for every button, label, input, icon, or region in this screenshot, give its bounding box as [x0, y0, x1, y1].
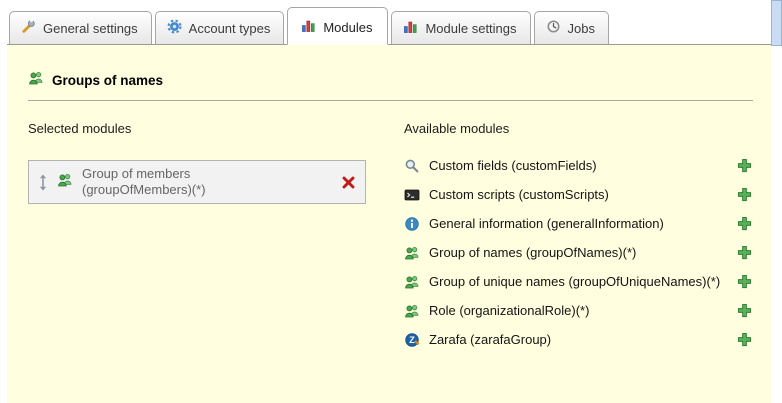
- module-label: Group of names (groupOfNames)(*): [429, 245, 636, 260]
- available-module-row: Role (organizationalRole)(*): [404, 296, 755, 325]
- svg-text:Z: Z: [409, 335, 415, 345]
- tab-label: Module settings: [425, 21, 516, 36]
- available-module-row: Z Zarafa (zarafaGroup): [404, 325, 755, 354]
- available-module-row: General information (generalInformation): [404, 209, 755, 238]
- selected-module-row: Group of members (groupOfMembers)(*): [28, 160, 366, 204]
- module-label: General information (generalInformation): [429, 216, 664, 231]
- add-icon[interactable]: [737, 303, 752, 318]
- tab-modules[interactable]: Modules: [287, 7, 388, 45]
- selected-module-id: (groupOfMembers)(*): [82, 182, 206, 198]
- group-icon: [404, 245, 420, 261]
- available-module-row: Group of names (groupOfNames)(*): [404, 238, 755, 267]
- tab-label: Account types: [189, 21, 271, 36]
- section-header: Groups of names: [28, 70, 755, 91]
- script-icon: [404, 187, 420, 203]
- available-modules-column: Available modules Custom fields (customF…: [404, 115, 755, 354]
- magnifier-icon: [404, 158, 420, 174]
- wrench-icon: [21, 19, 36, 37]
- section-divider: [28, 100, 753, 101]
- tab-general-settings[interactable]: General settings: [9, 11, 152, 44]
- selected-module-label: Group of members (groupOfMembers)(*): [82, 166, 206, 198]
- tab-label: General settings: [43, 21, 138, 36]
- bar-chart-icon: [403, 19, 418, 37]
- module-label: Zarafa (zarafaGroup): [429, 332, 551, 347]
- scrollbar-thumb[interactable]: [771, 0, 782, 46]
- page-title: Groups of names: [52, 73, 163, 88]
- available-module-row: Custom scripts (customScripts): [404, 180, 755, 209]
- group-icon: [404, 303, 420, 319]
- delete-icon[interactable]: [341, 175, 356, 190]
- group-icon: [57, 172, 73, 193]
- info-icon: [404, 216, 420, 232]
- available-module-row: Custom fields (customFields): [404, 151, 755, 180]
- tab-account-types[interactable]: Account types: [155, 11, 285, 44]
- tab-bar: General settings Account types Modules: [7, 5, 771, 45]
- zarafa-icon: Z: [404, 332, 420, 348]
- selected-module-name: Group of members: [82, 166, 206, 182]
- module-label: Group of unique names (groupOfUniqueName…: [429, 274, 720, 289]
- tab-jobs[interactable]: Jobs: [534, 11, 609, 44]
- group-icon: [28, 70, 44, 91]
- module-label: Custom scripts (customScripts): [429, 187, 609, 202]
- tab-label: Jobs: [568, 21, 595, 36]
- group-icon: [404, 274, 420, 290]
- add-icon[interactable]: [737, 274, 752, 289]
- selected-modules-column: Selected modules: [28, 115, 380, 354]
- module-label: Role (organizationalRole)(*): [429, 303, 589, 318]
- add-icon[interactable]: [737, 158, 752, 173]
- drag-handle-icon[interactable]: [38, 174, 48, 191]
- clock-icon: [546, 19, 561, 37]
- module-label: Custom fields (customFields): [429, 158, 597, 173]
- content-panel: Groups of names Selected modules: [7, 44, 771, 403]
- bar-chart-icon: [301, 18, 316, 36]
- add-icon[interactable]: [737, 187, 752, 202]
- add-icon[interactable]: [737, 332, 752, 347]
- tab-module-settings[interactable]: Module settings: [391, 11, 530, 44]
- add-icon[interactable]: [737, 245, 752, 260]
- available-module-row: Group of unique names (groupOfUniqueName…: [404, 267, 755, 296]
- tab-label: Modules: [323, 20, 372, 35]
- gear-icon: [167, 19, 182, 37]
- selected-modules-heading: Selected modules: [28, 121, 380, 136]
- available-modules-heading: Available modules: [404, 121, 755, 136]
- add-icon[interactable]: [737, 216, 752, 231]
- available-modules-list: Custom fields (customFields): [404, 151, 755, 354]
